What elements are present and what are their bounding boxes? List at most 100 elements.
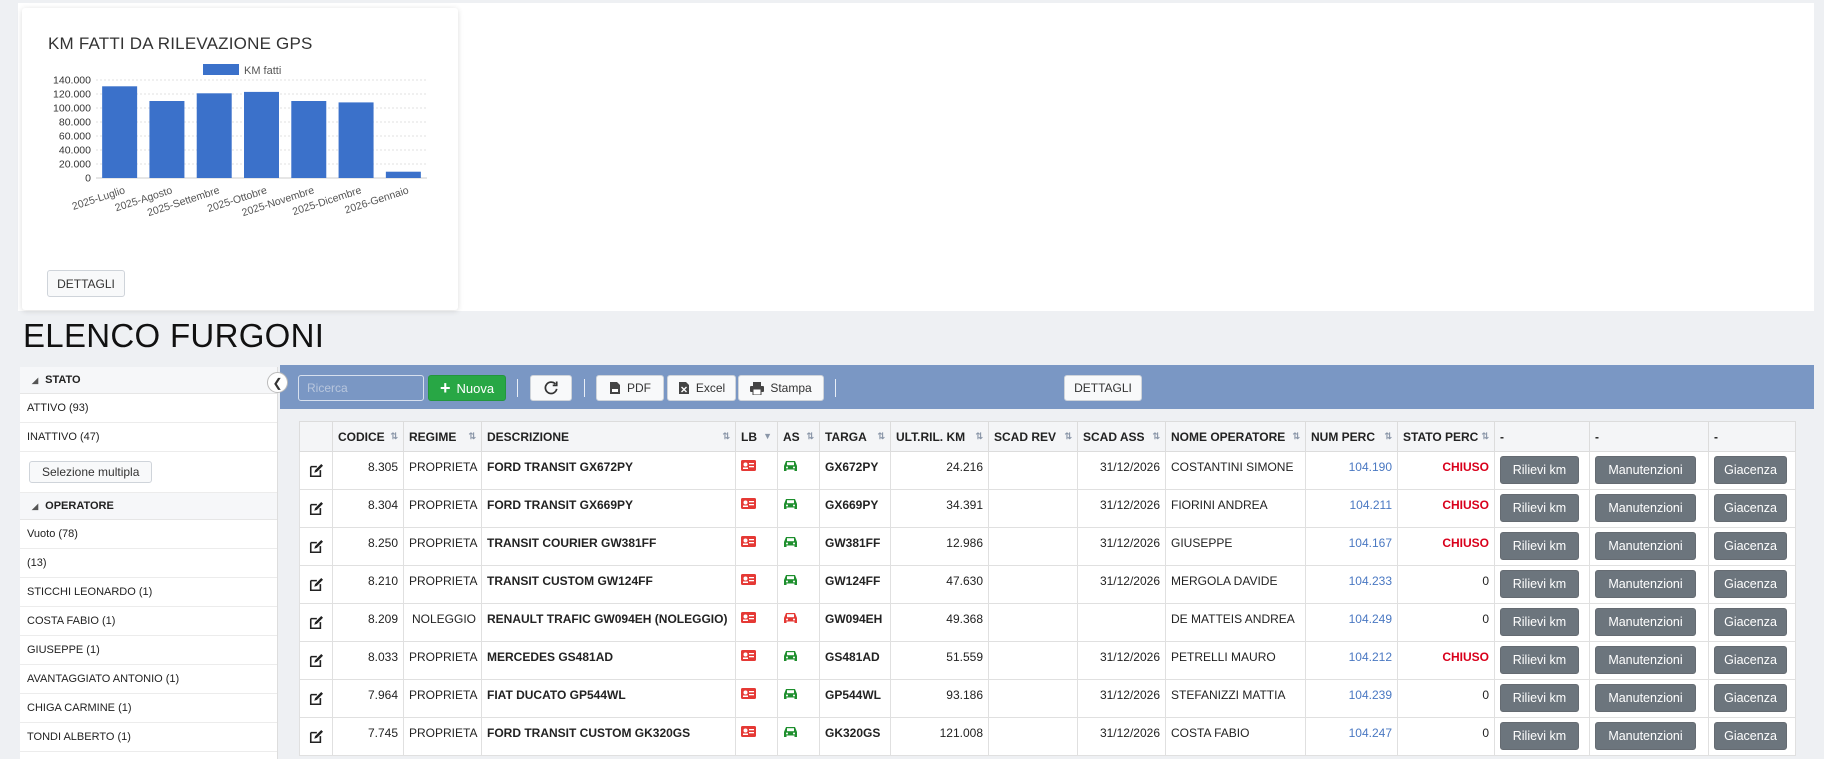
rilievi-km-button[interactable]: Rilievi km	[1500, 722, 1579, 750]
column-header[interactable]: TARGA ⇅	[819, 421, 891, 452]
column-header[interactable]: REGIME ⇅	[403, 421, 482, 452]
column-header-label: CODICE	[338, 429, 385, 444]
manutenzioni-button[interactable]: Manutenzioni	[1595, 570, 1696, 598]
manutenzioni-button[interactable]: Manutenzioni	[1595, 722, 1696, 750]
operatore-filter-item[interactable]: CHIGA CARMINE (1)	[20, 694, 277, 723]
stato-perc-cell: CHIUSO	[1397, 451, 1495, 490]
new-button[interactable]: + Nuova	[428, 375, 506, 401]
edit-icon[interactable]	[305, 574, 327, 592]
edit-icon[interactable]	[305, 688, 327, 706]
column-header: -	[1494, 421, 1590, 452]
num-perc-link[interactable]: 104.212	[1305, 641, 1398, 680]
lb-cell	[735, 717, 778, 756]
scad-rev-cell	[988, 489, 1078, 528]
operatore-filter-header[interactable]: ◢ OPERATORE	[20, 493, 277, 520]
action-cell: Rilievi km	[1494, 527, 1590, 566]
column-header[interactable]: STATO PERC ⇅	[1397, 421, 1495, 452]
rilievi-km-button[interactable]: Rilievi km	[1500, 684, 1579, 712]
giacenza-button[interactable]: Giacenza	[1714, 456, 1787, 484]
sidebar-collapse-toggle[interactable]: ❮	[267, 372, 288, 393]
excel-button[interactable]: Excel	[667, 375, 736, 401]
column-header[interactable]: NOME OPERATORE ⇅	[1165, 421, 1306, 452]
operatore-filter-item[interactable]: STICCHI LEONARDO (1)	[20, 578, 277, 607]
rilievi-km-button[interactable]: Rilievi km	[1500, 646, 1579, 674]
operatore-filter-item[interactable]: AVANTAGGIATO ANTONIO (1)	[20, 665, 277, 694]
column-header[interactable]: LB ▼	[735, 421, 778, 452]
rilievi-km-button[interactable]: Rilievi km	[1500, 494, 1579, 522]
column-header-label: SCAD ASS	[1083, 429, 1145, 444]
codice-cell: 8.304	[332, 489, 404, 528]
print-button[interactable]: Stampa	[738, 375, 824, 401]
codice-cell: 8.033	[332, 641, 404, 680]
chart-details-button[interactable]: DETTAGLI	[47, 270, 125, 297]
giacenza-button[interactable]: Giacenza	[1714, 722, 1787, 750]
operatore-filter-item[interactable]: (13)	[20, 549, 277, 578]
operatore-filter-item[interactable]: TONDI ALBERTO (1)	[20, 723, 277, 752]
giacenza-button[interactable]: Giacenza	[1714, 570, 1787, 598]
legend-label: KM fatti	[244, 65, 281, 77]
num-perc-link[interactable]: 104.211	[1305, 489, 1398, 528]
operatore-filter-item[interactable]: Vuoto (78)	[20, 520, 277, 549]
column-header[interactable]: SCAD ASS ⇅	[1077, 421, 1166, 452]
num-perc-link[interactable]: 104.249	[1305, 603, 1398, 642]
edit-icon[interactable]	[305, 612, 327, 630]
search-input[interactable]	[305, 380, 417, 396]
column-header-label: DESCRIZIONE	[487, 429, 570, 444]
column-header[interactable]: CODICE ⇅	[332, 421, 404, 452]
stato-filter-header[interactable]: ◢ STATO	[20, 367, 277, 394]
sort-icon: ⇅	[722, 430, 730, 441]
edit-icon[interactable]	[305, 498, 327, 516]
sort-desc-icon: ▼	[763, 430, 772, 441]
pdf-button[interactable]: PDF	[596, 375, 664, 401]
stato-filter-item[interactable]: ATTIVO (93)	[20, 394, 277, 423]
targa-cell: GW381FF	[819, 527, 891, 566]
search-box[interactable]	[298, 375, 424, 401]
manutenzioni-button[interactable]: Manutenzioni	[1595, 494, 1696, 522]
column-header[interactable]: AS ⇅	[777, 421, 820, 452]
giacenza-button[interactable]: Giacenza	[1714, 494, 1787, 522]
rilievi-km-button[interactable]: Rilievi km	[1500, 570, 1579, 598]
rilievi-km-button[interactable]: Rilievi km	[1500, 608, 1579, 636]
column-header[interactable]: ULT.RIL. KM ⇅	[890, 421, 989, 452]
edit-cell	[299, 679, 333, 718]
table-details-button[interactable]: DETTAGLI	[1064, 375, 1142, 401]
edit-icon[interactable]	[305, 650, 327, 668]
column-header[interactable]: SCAD REV ⇅	[988, 421, 1078, 452]
action-cell: Manutenzioni	[1589, 451, 1709, 490]
sort-icon: ⇅	[1064, 430, 1072, 441]
manutenzioni-button[interactable]: Manutenzioni	[1595, 532, 1696, 560]
stato-perc-cell: CHIUSO	[1397, 527, 1495, 566]
manutenzioni-button[interactable]: Manutenzioni	[1595, 684, 1696, 712]
num-perc-link[interactable]: 104.247	[1305, 717, 1398, 756]
giacenza-button[interactable]: Giacenza	[1714, 684, 1787, 712]
manutenzioni-button[interactable]: Manutenzioni	[1595, 646, 1696, 674]
rilievi-km-button[interactable]: Rilievi km	[1500, 456, 1579, 484]
num-perc-link[interactable]: 104.233	[1305, 565, 1398, 604]
edit-icon[interactable]	[305, 460, 327, 478]
column-header-label: AS	[783, 429, 800, 444]
refresh-button[interactable]	[530, 375, 572, 401]
manutenzioni-button[interactable]: Manutenzioni	[1595, 608, 1696, 636]
column-header[interactable]: DESCRIZIONE ⇅	[481, 421, 736, 452]
operatore-filter-item[interactable]: COSTA FABIO (1)	[20, 607, 277, 636]
manutenzioni-button[interactable]: Manutenzioni	[1595, 456, 1696, 484]
column-header-label: -	[1714, 429, 1718, 444]
descrizione-cell: FIAT DUCATO GP544WL	[481, 679, 736, 718]
num-perc-link[interactable]: 104.239	[1305, 679, 1398, 718]
stato-filter-item[interactable]: INATTIVO (47)	[20, 423, 277, 452]
giacenza-button[interactable]: Giacenza	[1714, 646, 1787, 674]
operatore-filter-item[interactable]: URSO MARCO (1)	[20, 752, 277, 759]
num-perc-link[interactable]: 104.190	[1305, 451, 1398, 490]
rilievi-km-button[interactable]: Rilievi km	[1500, 532, 1579, 560]
multi-select-button[interactable]: Selezione multipla	[29, 461, 153, 483]
edit-cell	[299, 717, 333, 756]
as-cell	[777, 489, 820, 528]
num-perc-link[interactable]: 104.167	[1305, 527, 1398, 566]
giacenza-button[interactable]: Giacenza	[1714, 608, 1787, 636]
giacenza-button[interactable]: Giacenza	[1714, 532, 1787, 560]
action-cell: Manutenzioni	[1589, 717, 1709, 756]
edit-icon[interactable]	[305, 726, 327, 744]
edit-icon[interactable]	[305, 536, 327, 554]
column-header[interactable]: NUM PERC ⇅	[1305, 421, 1398, 452]
operatore-filter-item[interactable]: GIUSEPPE (1)	[20, 636, 277, 665]
